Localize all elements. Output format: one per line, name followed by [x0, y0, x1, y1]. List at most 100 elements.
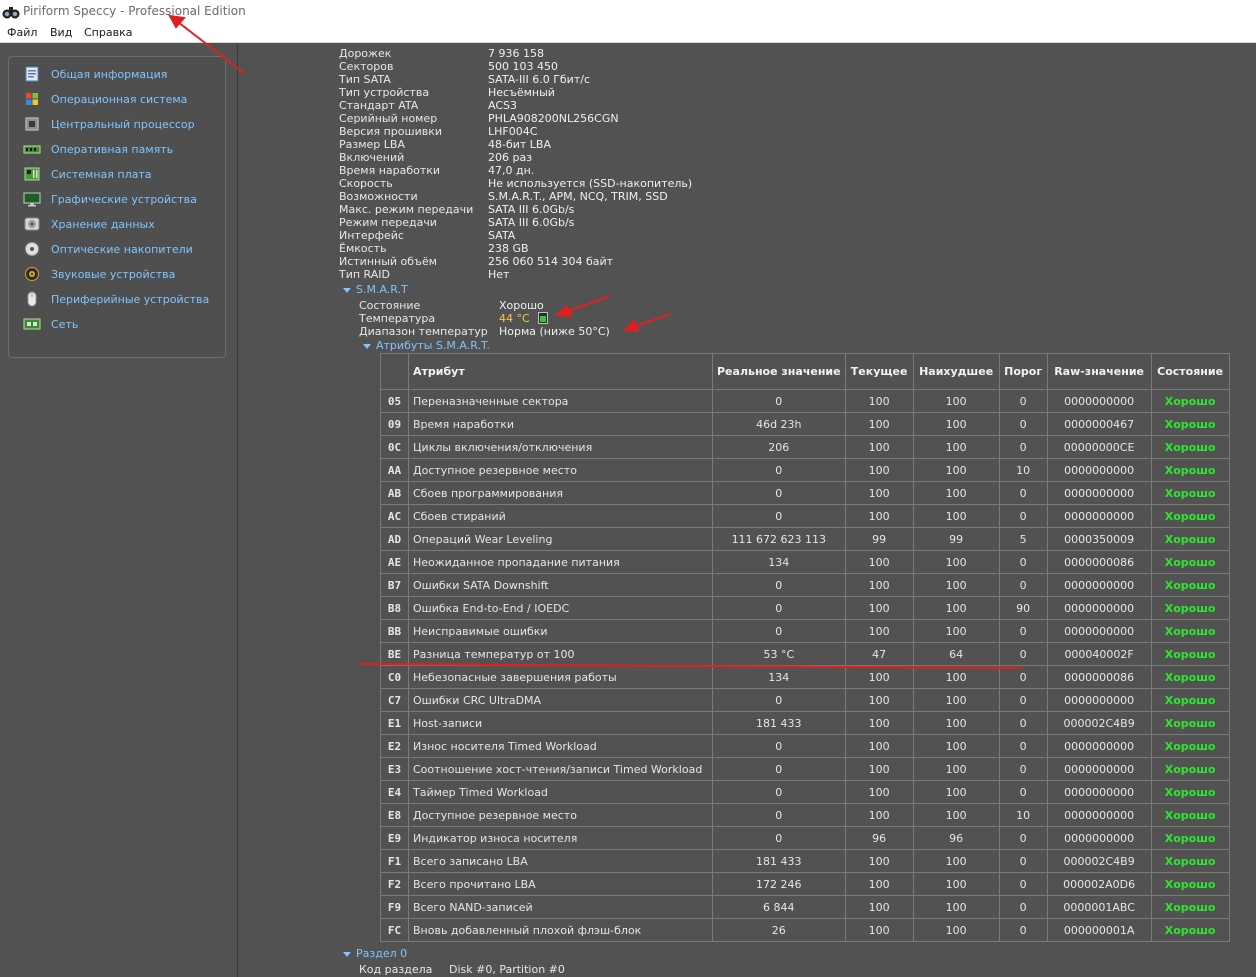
table-row[interactable]: F1 Всего записано LBA 181 433 100 100 0 000002…: [380, 849, 1230, 873]
attribute-status: Хорошо: [1150, 481, 1230, 505]
smart-attributes-toggle[interactable]: Атрибуты S.M.A.R.T.: [363, 339, 490, 352]
worst-value: 100: [912, 389, 1000, 413]
table-row[interactable]: C7 Ошибки CRC UltraDMA 0 100 100 0 0000000000 Х…: [380, 688, 1230, 712]
smart-section-toggle[interactable]: S.M.A.R.T: [343, 283, 408, 296]
table-row[interactable]: E2 Износ носителя Timed Workload 0 100 100 0 0…: [380, 734, 1230, 758]
attribute-name: Доступное резервное место: [408, 803, 713, 827]
threshold: 0: [998, 504, 1048, 528]
property-value: 238 GB: [488, 242, 529, 255]
current-value: 100: [844, 412, 914, 436]
window-title: Piriform Speccy - Professional Edition: [23, 4, 246, 18]
sidebar-item-storage[interactable]: Хранение данных: [23, 214, 155, 234]
column-header-threshold: Порог: [998, 353, 1048, 390]
table-row[interactable]: AD Операций Wear Leveling 111 672 623 113 9…: [380, 527, 1230, 551]
real-value: 0: [712, 780, 846, 804]
table-row[interactable]: AC Сбоев стираний 0 100 100 0 0000000000 Хорошо: [380, 504, 1230, 528]
attribute-id: F9: [380, 895, 409, 919]
attribute-name: Host-записи: [408, 711, 713, 735]
sidebar-item-label: Оперативная память: [51, 142, 174, 156]
sidebar-item-summary[interactable]: Общая информация: [23, 64, 167, 84]
attribute-name: Разница температур от 100: [408, 642, 713, 666]
table-row[interactable]: AA Доступное резервное место 0 100 100 10 0000…: [380, 458, 1230, 482]
real-value: 0: [712, 734, 846, 758]
attribute-id: 0C: [380, 435, 409, 459]
table-row[interactable]: C0 Небезопасные завершения работы 134 100 10…: [380, 665, 1230, 689]
sidebar-item-network[interactable]: Сеть: [23, 314, 78, 334]
table-row[interactable]: FC Вновь добавленный плохой флэш-блок 26 10…: [380, 918, 1230, 942]
raw-value: 0000000000: [1046, 596, 1152, 620]
attribute-id: AD: [380, 527, 409, 551]
expand-arrow-icon: [343, 951, 351, 957]
property-value: SATA-III 6.0 Гбит/с: [488, 73, 590, 86]
sidebar-item-label: Периферийные устройства: [51, 292, 210, 306]
table-row[interactable]: F9 Всего NAND-записей 6 844 100 100 0 0000001A…: [380, 895, 1230, 919]
sidebar-item-label: Общая информация: [51, 67, 168, 81]
sidebar-item-ram[interactable]: Оперативная память: [23, 139, 173, 159]
sidebar-item-optical[interactable]: Оптические накопители: [23, 239, 193, 259]
partition-section-toggle[interactable]: Раздел 0: [343, 947, 407, 960]
current-value: 100: [844, 688, 914, 712]
table-row[interactable]: 0C Циклы включения/отключения 206 100 100 0 00…: [380, 435, 1230, 459]
threshold: 0: [998, 550, 1048, 574]
real-value: 0: [712, 757, 846, 781]
menu-help[interactable]: Справка: [84, 26, 132, 39]
attribute-id: F2: [380, 872, 409, 896]
table-row[interactable]: AB Сбоев программирования 0 100 100 0 00000000…: [380, 481, 1230, 505]
table-row[interactable]: B8 Ошибка End-to-End / IOEDC 0 100 100 90 0000…: [380, 596, 1230, 620]
sidebar-item-graphics[interactable]: Графические устройства: [23, 189, 197, 209]
real-value: 46d 23h: [712, 412, 846, 436]
table-row[interactable]: E3 Соотношение хост-чтения/записи Timed W…: [380, 757, 1230, 781]
threshold: 0: [998, 412, 1048, 436]
sidebar-item-cpu[interactable]: Центральный процессор: [23, 114, 195, 134]
attribute-name: Соотношение хост-чтения/записи Timed Wor…: [408, 757, 713, 781]
table-row[interactable]: E4 Таймер Timed Workload 0 100 100 0 000000000…: [380, 780, 1230, 804]
column-header-worst: Наихудшее: [912, 353, 1000, 390]
table-row[interactable]: 05 Переназначенные сектора 0 100 100 0 0000000…: [380, 389, 1230, 413]
speccy-app-icon: [2, 7, 20, 19]
table-row[interactable]: B7 Ошибки SATA Downshift 0 100 100 0 000000000…: [380, 573, 1230, 597]
sidebar-item-peripherals[interactable]: Периферийные устройства: [23, 289, 209, 309]
raw-value: 0000000000: [1046, 734, 1152, 758]
smart-range-key: Диапазон температур: [359, 325, 488, 338]
motherboard-icon: [24, 167, 40, 181]
table-row[interactable]: BB Неисправимые ошибки 0 100 100 0 0000000000 Х…: [380, 619, 1230, 643]
current-value: 100: [844, 619, 914, 643]
sidebar-item-audio[interactable]: Звуковые устройства: [23, 264, 175, 284]
table-row[interactable]: E1 Host-записи 181 433 100 100 0 000002C4B9 Хор…: [380, 711, 1230, 735]
attribute-status: Хорошо: [1150, 688, 1230, 712]
raw-value: 000000001A: [1046, 918, 1152, 942]
ram-icon: [23, 145, 41, 154]
sidebar-item-os[interactable]: Операционная система: [23, 89, 187, 109]
property-key: Размер LBA: [339, 138, 405, 151]
worst-value: 100: [912, 872, 1000, 896]
threshold: 0: [998, 665, 1048, 689]
raw-value: 0000000000: [1046, 619, 1152, 643]
menu-file[interactable]: Файл: [7, 26, 37, 39]
real-value: 134: [712, 550, 846, 574]
property-value: Нет: [488, 268, 510, 281]
attribute-status: Хорошо: [1150, 458, 1230, 482]
column-header-id: [380, 353, 409, 390]
table-row[interactable]: 09 Время наработки 46d 23h 100 100 0 000000046…: [380, 412, 1230, 436]
current-value: 100: [844, 849, 914, 873]
worst-value: 100: [912, 734, 1000, 758]
current-value: 99: [844, 527, 914, 551]
attribute-status: Хорошо: [1150, 780, 1230, 804]
threshold: 0: [998, 826, 1048, 850]
sidebar-item-motherboard[interactable]: Системная плата: [23, 164, 152, 184]
attribute-status: Хорошо: [1150, 895, 1230, 919]
partition-code-key: Код раздела: [359, 963, 433, 976]
table-row[interactable]: E9 Индикатор износа носителя 0 96 96 0 0000000…: [380, 826, 1230, 850]
threshold: 0: [998, 389, 1048, 413]
worst-value: 100: [912, 665, 1000, 689]
smart-heading: S.M.A.R.T: [356, 283, 408, 296]
attribute-name: Доступное резервное место: [408, 458, 713, 482]
table-row[interactable]: E8 Доступное резервное место 0 100 100 10 0000…: [380, 803, 1230, 827]
table-row[interactable]: AE Неожиданное пропадание питания 134 100 10…: [380, 550, 1230, 574]
current-value: 100: [844, 665, 914, 689]
table-row[interactable]: BE Разница температур от 100 53 °C 47 64 0 000…: [380, 642, 1230, 666]
main-content[interactable]: Дорожек 7 936 158 Секторов 500 103 450 Тип S…: [240, 44, 1256, 977]
menu-view[interactable]: Вид: [50, 26, 72, 39]
table-row[interactable]: F2 Всего прочитано LBA 172 246 100 100 0 00000…: [380, 872, 1230, 896]
current-value: 100: [844, 389, 914, 413]
